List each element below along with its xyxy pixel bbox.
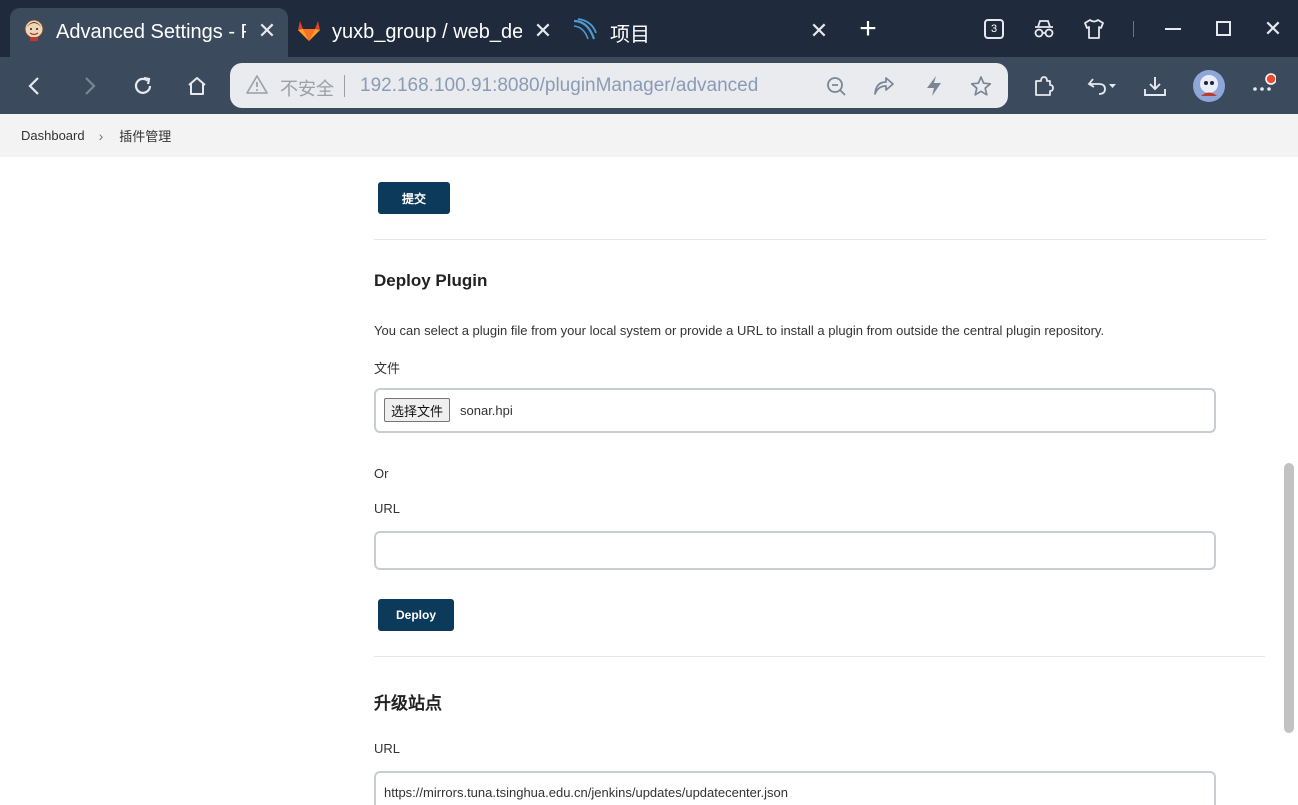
address-bar[interactable]: 不安全 192.168.100.91:8080/pluginManager/ad… xyxy=(230,63,1008,108)
lightning-icon[interactable] xyxy=(920,72,948,100)
divider xyxy=(1133,20,1134,37)
url-label: URL xyxy=(374,501,401,516)
deploy-plugin-heading: Deploy Plugin xyxy=(374,271,488,290)
chosen-file-name: sonar.hpi xyxy=(460,403,513,418)
incognito-icon[interactable] xyxy=(1019,9,1069,49)
main-content xyxy=(0,157,1283,805)
file-input-field: 选择文件 sonar.hpi xyxy=(374,388,1216,433)
tab-title: Advanced Settings - Plugins xyxy=(56,21,246,43)
section-divider xyxy=(374,656,1265,657)
gitlab-icon xyxy=(296,18,322,48)
extensions-icon[interactable] xyxy=(1026,69,1060,103)
section-divider xyxy=(374,239,1266,240)
zoom-out-icon[interactable] xyxy=(822,72,850,100)
sonarqube-icon xyxy=(572,17,598,49)
browser-tab-strip: Advanced Settings - Plugins ✕ yuxb_group… xyxy=(0,0,1298,57)
breadcrumb-plugin-manager[interactable]: 插件管理 xyxy=(119,126,171,145)
browser-toolbar: 不安全 192.168.100.91:8080/pluginManager/ad… xyxy=(0,57,1298,114)
close-window-icon[interactable]: ✕ xyxy=(1248,9,1298,49)
deploy-description: You can select a plugin file from your l… xyxy=(374,323,1105,338)
update-site-url-input[interactable]: https://mirrors.tuna.tsinghua.edu.cn/jen… xyxy=(374,771,1216,805)
or-label: Or xyxy=(374,466,389,481)
divider xyxy=(344,75,345,97)
update-site-url-value: https://mirrors.tuna.tsinghua.edu.cn/jen… xyxy=(384,785,788,800)
jenkins-icon xyxy=(22,18,46,48)
new-tab-icon[interactable]: + xyxy=(852,14,884,46)
tab-title: 项目 xyxy=(610,24,650,46)
warning-icon[interactable] xyxy=(246,74,268,99)
choose-file-button[interactable]: 选择文件 xyxy=(384,398,451,422)
maximize-icon[interactable] xyxy=(1198,9,1248,49)
file-label: 文件 xyxy=(374,361,401,376)
plugin-url-input[interactable] xyxy=(374,531,1216,570)
close-tab-icon[interactable]: ✕ xyxy=(532,20,554,42)
breadcrumb-dashboard[interactable]: Dashboard xyxy=(21,128,85,143)
tab-sonarqube[interactable]: 项目 ✕ xyxy=(570,8,840,57)
share-icon[interactable] xyxy=(870,72,898,100)
update-site-heading: 升级站点 xyxy=(374,694,442,713)
close-tab-icon[interactable]: ✕ xyxy=(256,20,278,42)
download-icon[interactable] xyxy=(1138,69,1172,103)
tab-gitlab[interactable]: yuxb_group / web_demo ✕ xyxy=(292,8,562,57)
home-icon[interactable] xyxy=(180,69,214,103)
tab-counter: 3 xyxy=(984,18,1004,39)
back-icon[interactable] xyxy=(18,69,52,103)
menu-icon[interactable] xyxy=(1246,69,1280,103)
bookmark-star-icon[interactable] xyxy=(967,72,995,100)
close-tab-icon[interactable]: ✕ xyxy=(808,20,830,42)
forward-icon[interactable] xyxy=(72,69,106,103)
security-label: 不安全 xyxy=(280,79,334,99)
deploy-button[interactable]: Deploy xyxy=(378,599,454,631)
url-text[interactable]: 192.168.100.91:8080/pluginManager/advanc… xyxy=(360,75,758,97)
minimize-icon[interactable] xyxy=(1148,9,1198,49)
tab-counter-icon[interactable]: 3 xyxy=(969,9,1019,49)
theme-shirt-icon[interactable] xyxy=(1069,9,1119,49)
tab-advanced-settings[interactable]: Advanced Settings - Plugins ✕ xyxy=(10,8,288,57)
window-controls: 3 ✕ xyxy=(969,0,1298,57)
reload-icon[interactable] xyxy=(126,69,160,103)
breadcrumb: Dashboard › 插件管理 xyxy=(0,114,1298,157)
scrollbar-thumb[interactable] xyxy=(1284,463,1294,733)
undo-dropdown-icon[interactable] xyxy=(1082,69,1122,103)
tab-title: yuxb_group / web_demo xyxy=(332,21,522,43)
chevron-right-icon: › xyxy=(98,127,104,144)
avatar[interactable] xyxy=(1192,69,1226,103)
update-site-url-label: URL xyxy=(374,741,401,756)
submit-button[interactable]: 提交 xyxy=(378,182,450,214)
